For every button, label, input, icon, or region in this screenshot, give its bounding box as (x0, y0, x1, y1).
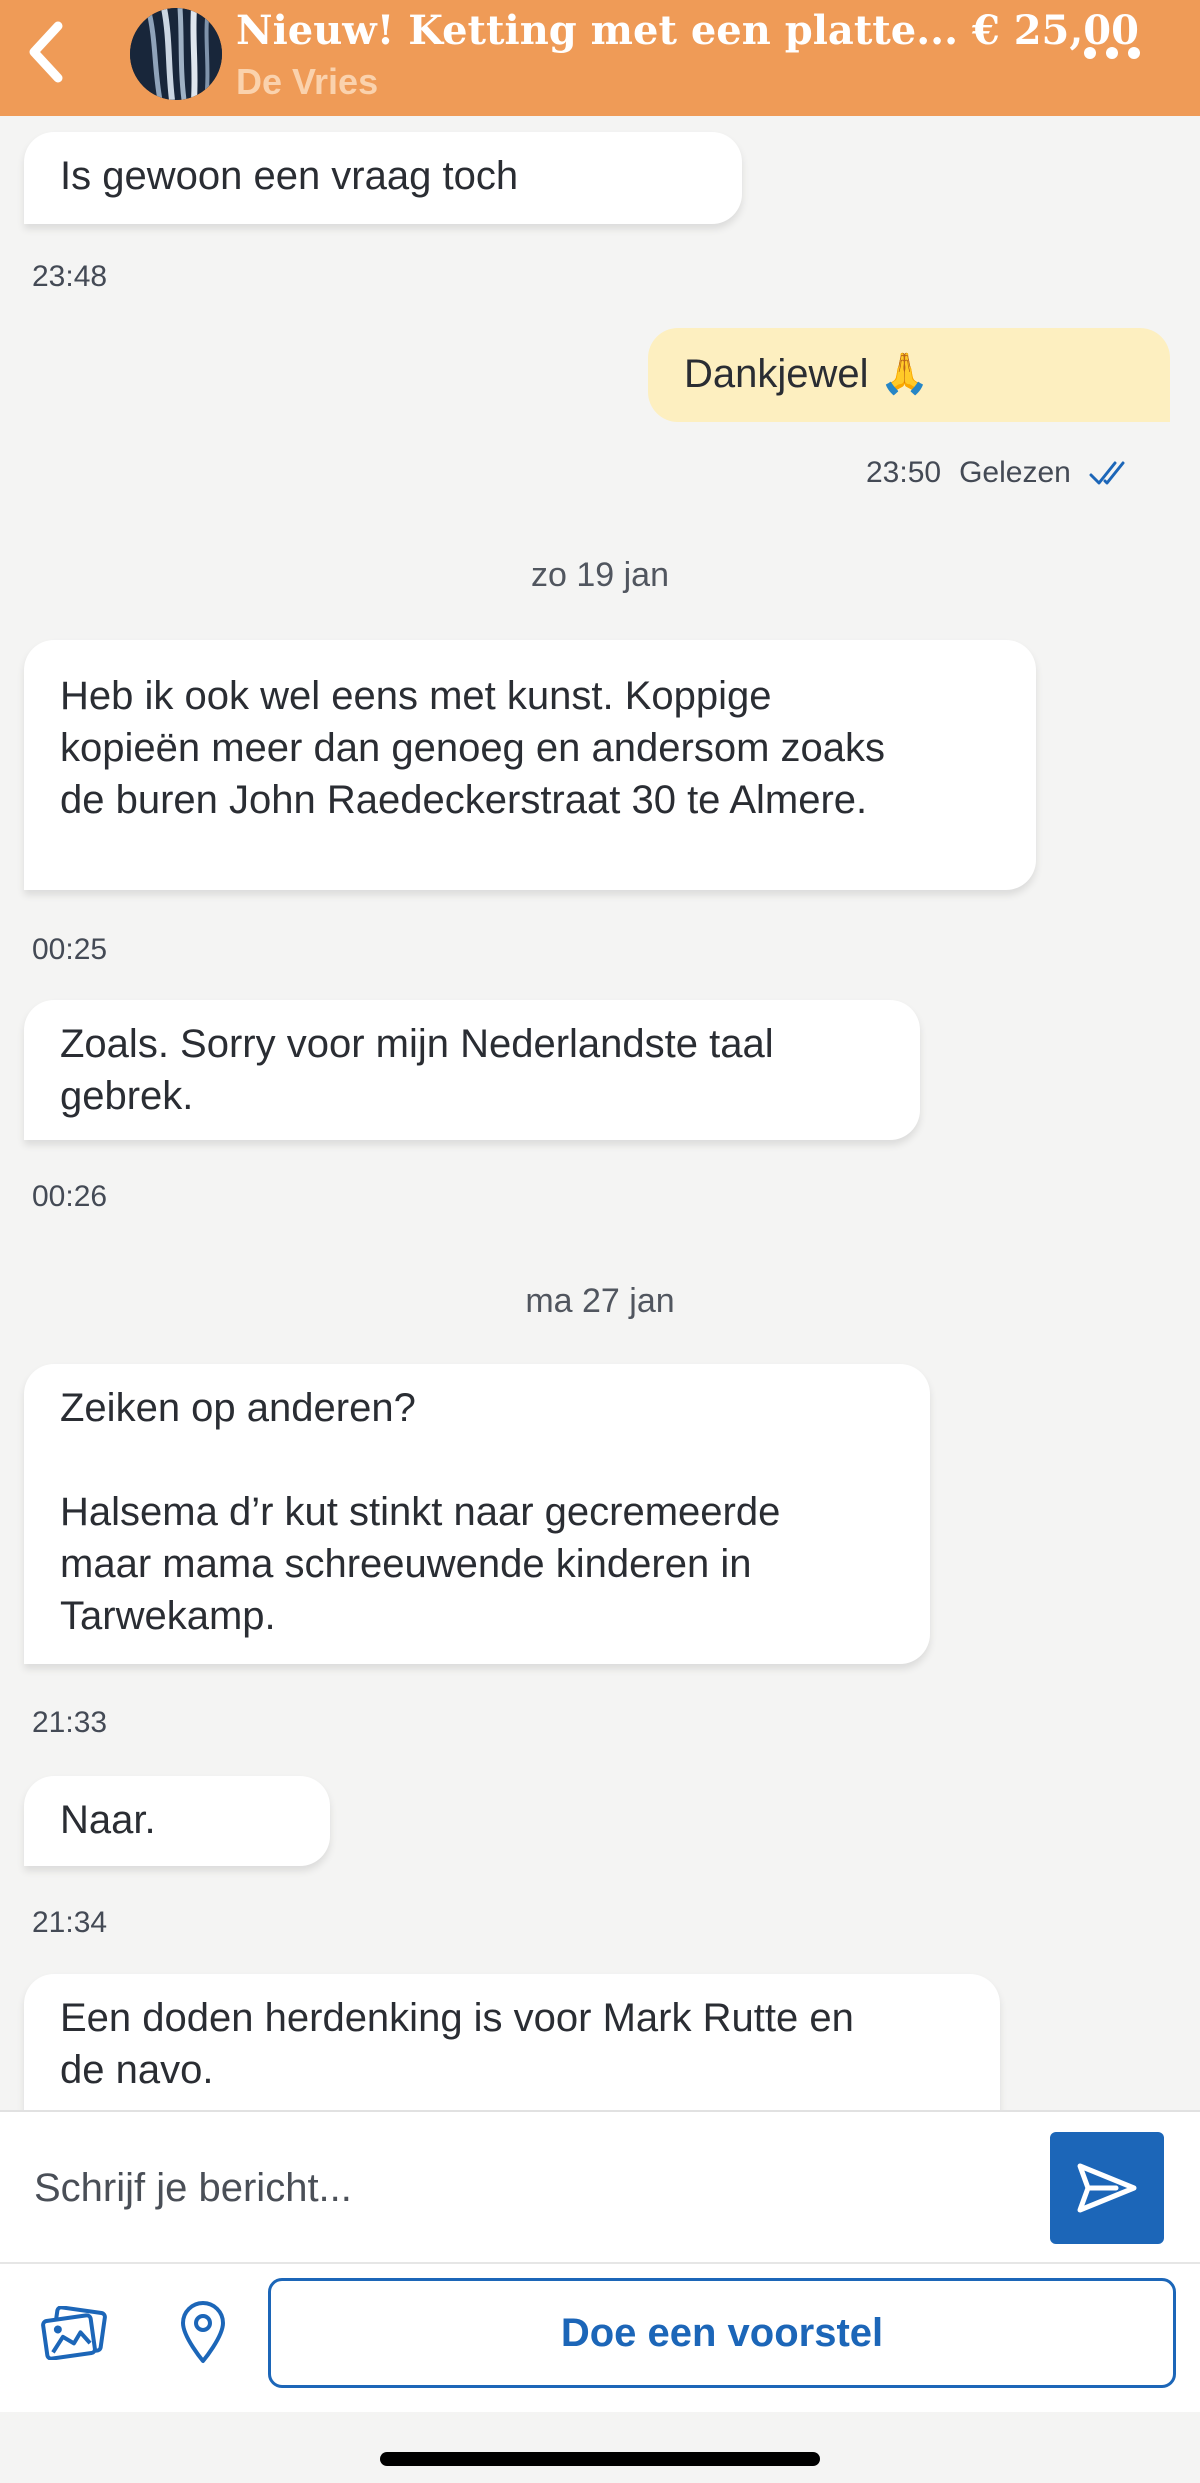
action-bar: Doe een voorstel (0, 2262, 1200, 2412)
message-time: 00:25 (32, 933, 108, 966)
seller-name[interactable]: De Vries (236, 60, 378, 104)
photo-icon (41, 2306, 107, 2360)
incoming-message: Zoals. Sorry voor mijn Nederlandste taal… (24, 1000, 920, 1140)
more-dots-icon (1084, 47, 1096, 59)
back-button[interactable] (14, 20, 78, 84)
necklace-image (130, 8, 222, 100)
listing-thumbnail[interactable] (130, 8, 222, 100)
make-offer-button[interactable]: Doe een voorstel (268, 2278, 1176, 2388)
double-check-icon (1089, 461, 1125, 485)
system-home-area (0, 2412, 1200, 2483)
message-time: 23:48 (32, 260, 108, 293)
message-composer (0, 2110, 1200, 2262)
date-separator: ma 27 jan (525, 1282, 675, 1320)
home-indicator[interactable] (380, 2452, 820, 2466)
incoming-message: Is gewoon een vraag toch (24, 132, 742, 224)
date-separator: zo 19 jan (531, 556, 669, 594)
message-time: 21:34 (32, 1906, 108, 1939)
share-location-button[interactable] (166, 2292, 240, 2372)
message-time: 21:33 (32, 1706, 108, 1739)
more-options-button[interactable] (1068, 28, 1156, 78)
location-pin-icon (181, 2301, 225, 2363)
incoming-message: Zeiken op anderen? Halsema d’r kut stink… (24, 1364, 930, 1664)
chat-header: Nieuw! Ketting met een platte... € 25,00… (0, 0, 1200, 116)
incoming-message: Naar. (24, 1776, 330, 1866)
add-photo-button[interactable] (36, 2300, 112, 2366)
outgoing-message: Dankjewel 🙏 (648, 328, 1170, 422)
incoming-message: Een doden herdenking is voor Mark Rutte … (24, 1974, 1000, 2110)
send-button[interactable] (1050, 2132, 1164, 2244)
message-time: 23:50 (866, 456, 942, 489)
listing-title[interactable]: Nieuw! Ketting met een platte... € 25,00 (236, 6, 1139, 56)
read-label: Gelezen (959, 456, 1071, 489)
message-time: 00:26 (32, 1180, 108, 1213)
send-icon (1077, 2163, 1137, 2213)
incoming-message: Heb ik ook wel eens met kunst. Koppige k… (24, 640, 1036, 890)
chevron-left-icon (29, 21, 63, 83)
message-status: 23:50 Gelezen (866, 456, 1131, 490)
message-input[interactable] (32, 2142, 1036, 2234)
message-list[interactable]: Is gewoon een vraag toch 23:48 Dankjewel… (0, 116, 1200, 2110)
